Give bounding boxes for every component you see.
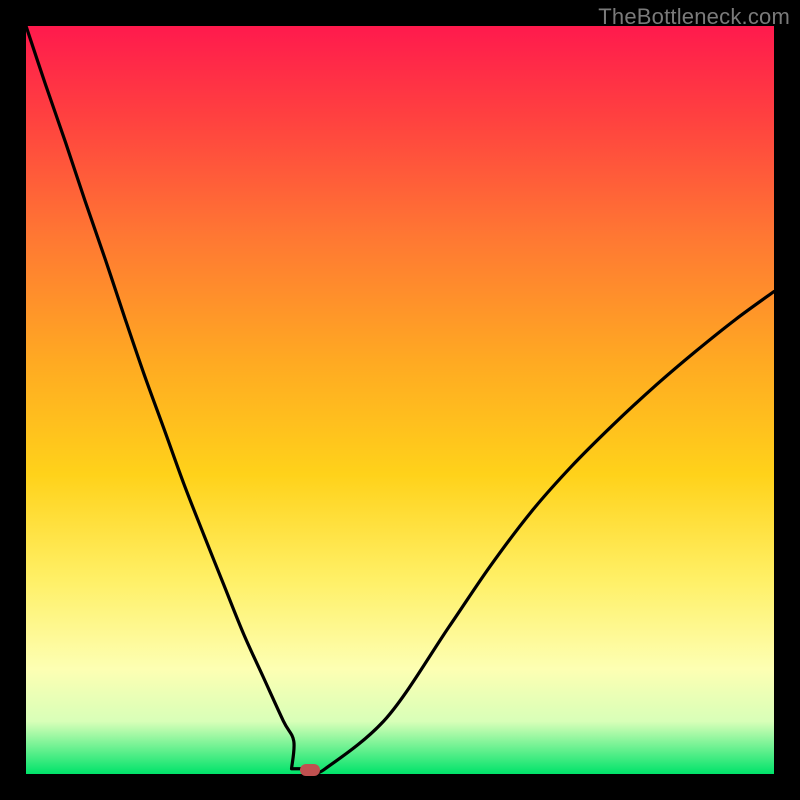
- watermark-text: TheBottleneck.com: [598, 4, 790, 30]
- bottleneck-curve: [26, 26, 774, 774]
- chart-plot-area: [26, 26, 774, 774]
- optimum-marker: [300, 764, 320, 776]
- chart-frame: TheBottleneck.com: [0, 0, 800, 800]
